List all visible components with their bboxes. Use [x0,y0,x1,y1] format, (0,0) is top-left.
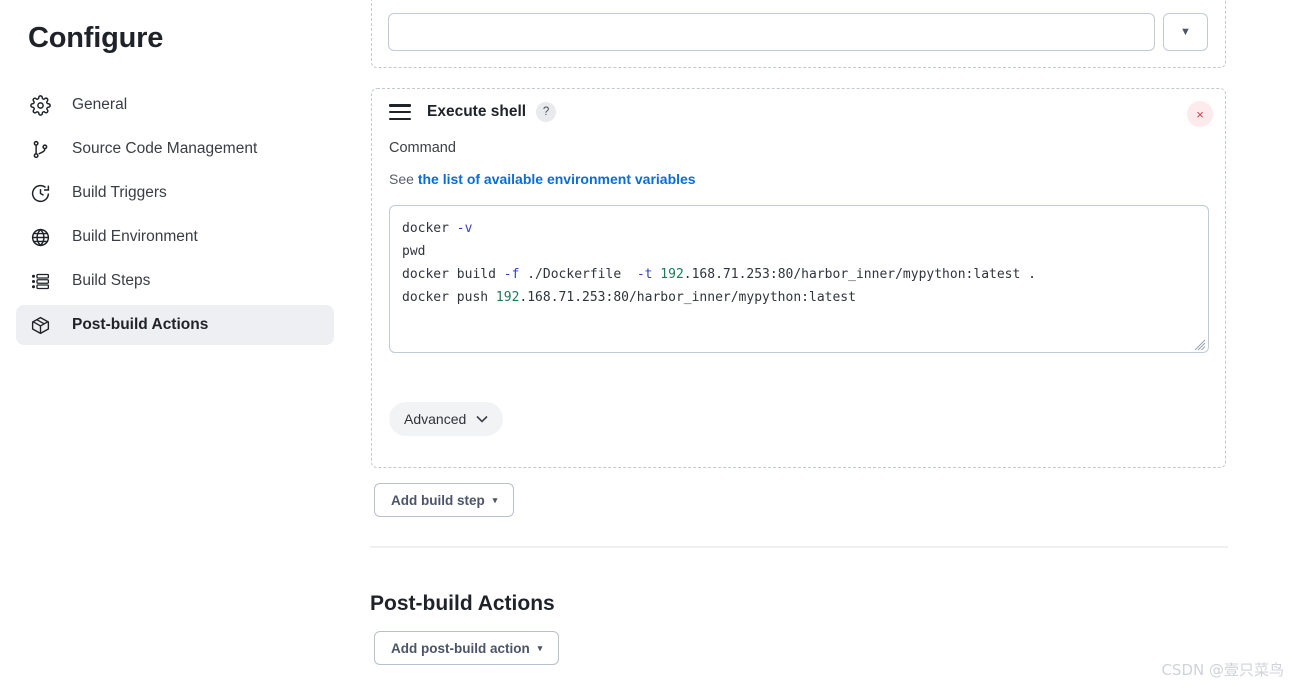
close-icon[interactable]: × [1187,101,1213,127]
execute-shell-header: Execute shell ? [389,102,557,122]
main-content: ▼ Execute shell ? × Command See the list… [350,0,1298,688]
configure-page: Configure General Source Code Management… [0,0,1298,688]
caret-down-icon: ▾ [537,642,543,653]
chevron-down-icon [476,413,488,425]
execute-shell-panel: Execute shell ? × Command See the list o… [371,88,1226,468]
sidebar-item-build-triggers[interactable]: Build Triggers [16,173,334,213]
sidebar-item-label: Post-build Actions [72,316,209,333]
sidebar-item-label: Build Steps [72,272,151,289]
sidebar-item-source-code-management[interactable]: Source Code Management [16,129,334,169]
sidebar-item-post-build-actions[interactable]: Post-build Actions [16,305,334,345]
add-post-build-action-label: Add post-build action [391,640,530,656]
globe-icon [28,225,52,249]
resize-handle-icon[interactable] [1194,338,1206,351]
section-divider [370,546,1228,548]
watermark: CSDN @壹只菜鸟 [1161,661,1284,679]
sidebar-item-label: General [72,96,128,113]
package-icon [28,313,52,337]
build-step-select-input[interactable] [388,13,1155,51]
clock-icon [28,181,52,205]
build-step-title: Execute shell [427,103,527,120]
add-post-build-action-button[interactable]: Add post-build action ▾ [374,631,560,665]
gear-icon [28,93,52,117]
command-textarea[interactable]: docker -v pwd docker build -f ./Dockerfi… [389,205,1209,353]
select-row: ▼ [388,13,1208,51]
sidebar-item-build-environment[interactable]: Build Environment [16,217,334,257]
command-label: Command [389,140,456,156]
command-code[interactable]: docker -v pwd docker build -f ./Dockerfi… [390,206,1208,320]
post-build-actions-heading: Post-build Actions [370,592,555,616]
add-build-step-label: Add build step [391,492,485,508]
sidebar: Configure General Source Code Management… [0,0,350,688]
sidebar-item-build-steps[interactable]: Build Steps [16,261,334,301]
advanced-label: Advanced [404,411,467,427]
help-icon[interactable]: ? [536,102,557,122]
sidebar-item-label: Build Environment [72,228,198,245]
sidebar-nav: General Source Code Management Build Tri… [0,85,350,345]
list-icon [28,269,52,293]
environment-variables-line: See the list of available environment va… [389,171,696,187]
sidebar-item-label: Source Code Management [72,140,258,157]
sidebar-item-general[interactable]: General [16,85,334,125]
env-prefix: See [389,171,418,187]
add-build-step-button[interactable]: Add build step ▾ [374,483,515,517]
advanced-button[interactable]: Advanced [389,402,504,436]
git-branch-icon [28,137,52,161]
chevron-down-icon[interactable]: ▼ [1163,13,1208,51]
drag-handle-icon[interactable] [389,104,411,120]
caret-down-icon: ▾ [492,494,498,505]
env-variables-link[interactable]: the list of available environment variab… [418,171,696,187]
page-title: Configure [28,22,164,54]
previous-build-step-panel: ▼ [371,0,1226,68]
sidebar-item-label: Build Triggers [72,184,167,201]
